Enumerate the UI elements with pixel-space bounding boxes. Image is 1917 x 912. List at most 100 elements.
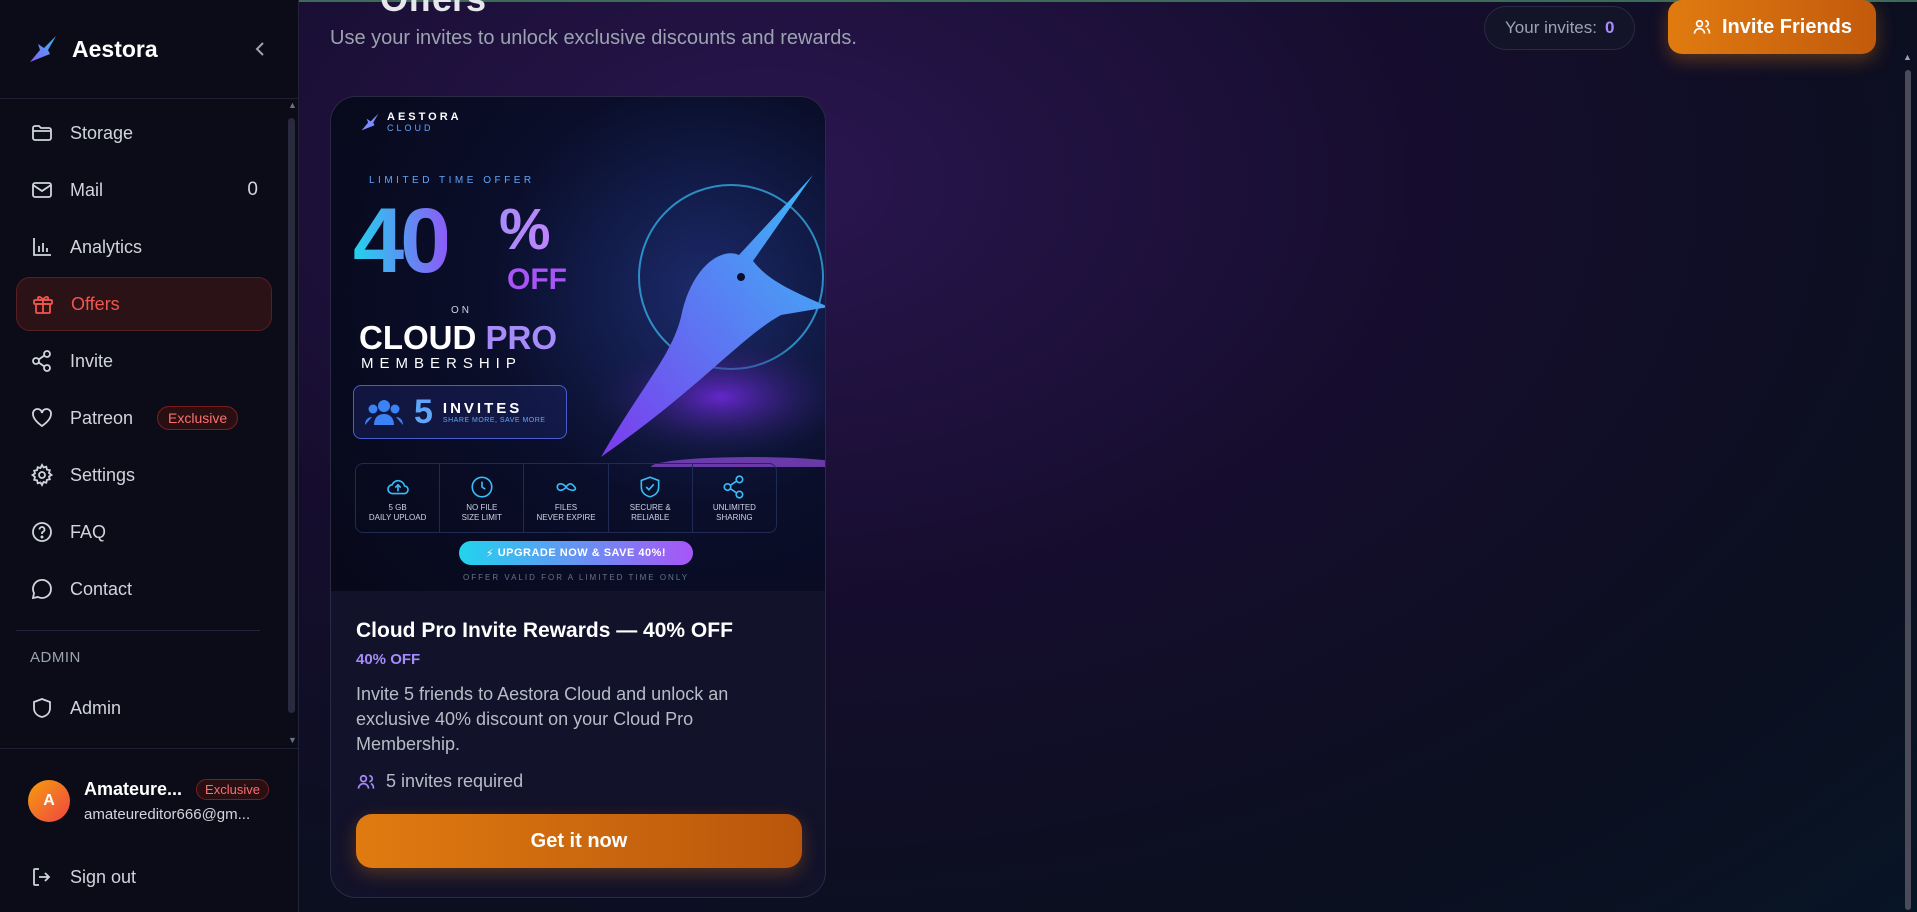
invite-friends-label: Invite Friends xyxy=(1721,15,1853,38)
sidebar-scrollbar[interactable]: ▲ ▼ xyxy=(288,100,297,750)
sidebar-item-label: Invite xyxy=(70,350,114,371)
banner-upgrade-pill: ⚡ UPGRADE NOW & SAVE 40%! xyxy=(459,541,693,565)
bar-chart-icon xyxy=(33,238,51,256)
feature-expire: FILES NEVER EXPIRE xyxy=(524,464,609,532)
feature-line1: UNLIMITED xyxy=(712,502,756,512)
banner-valid-note: OFFER VALID FOR A LIMITED TIME ONLY xyxy=(463,573,690,582)
log-out-icon xyxy=(33,868,51,886)
offer-description: Invite 5 friends to Aestora Cloud and un… xyxy=(356,684,729,754)
invites-label: Your invites: xyxy=(1505,18,1597,37)
user-profile[interactable]: A Amateure... Exclusive amateureditor666… xyxy=(0,748,299,852)
sidebar-item-label: Contact xyxy=(70,578,133,599)
feature-line2: DAILY UPLOAD xyxy=(368,512,427,522)
banner-cloud-pro: CLOUD PRO xyxy=(359,319,557,357)
share-icon xyxy=(32,350,51,372)
feature-sharing: UNLIMITED SHARING xyxy=(693,464,776,532)
offer-banner-image: AESTORA CLOUD LIMITED TIME OFFER 40 % OF… xyxy=(331,97,825,591)
sidebar-item-label: Analytics xyxy=(70,236,143,257)
banner-pro-word: PRO xyxy=(485,319,558,356)
feature-line1: 5 GB xyxy=(388,502,407,512)
feature-upload: 5 GB DAILY UPLOAD xyxy=(356,464,441,532)
avatar: A xyxy=(28,779,70,822)
sidebar-divider xyxy=(16,630,260,631)
sidebar-item-label: Admin xyxy=(70,697,122,718)
get-it-now-button[interactable]: Get it now xyxy=(356,814,802,868)
offer-requirement-text: 5 invites required xyxy=(386,771,524,791)
heart-icon xyxy=(32,408,52,428)
feature-line1: SECURE & xyxy=(629,502,671,512)
invite-friends-button[interactable]: Invite Friends xyxy=(1668,0,1876,54)
sidebar-item-mail[interactable]: Mail 0 xyxy=(16,163,272,217)
offer-requirement: 5 invites required xyxy=(356,771,800,792)
users-icon xyxy=(357,774,375,789)
sidebar-item-patreon[interactable]: Patreon Exclusive xyxy=(16,391,272,445)
sidebar-item-invite[interactable]: Invite xyxy=(16,334,272,388)
feature-line1: FILES xyxy=(554,502,578,512)
scroll-down-arrow-icon[interactable]: ▼ xyxy=(288,735,297,745)
sidebar-item-offers[interactable]: Offers xyxy=(16,277,272,331)
hummingbird-logo-icon xyxy=(30,36,56,62)
sidebar-item-analytics[interactable]: Analytics xyxy=(16,220,272,274)
sidebar-section-admin: ADMIN xyxy=(30,649,81,666)
users-icon xyxy=(1693,19,1711,34)
main-scrollbar[interactable]: ▲ xyxy=(1899,0,1917,912)
invites-counter: Your invites: 0 xyxy=(1484,6,1636,50)
feature-line2: NEVER EXPIRE xyxy=(536,512,596,522)
user-name: Amateure... xyxy=(84,778,183,799)
banner-on: ON xyxy=(451,305,472,316)
brand-header: Aestora xyxy=(0,0,298,99)
banner-features: 5 GB DAILY UPLOAD NO FILE SIZE LIMIT FILES… xyxy=(355,463,777,533)
main-scrollbar-thumb[interactable] xyxy=(1905,70,1911,910)
user-exclusive-badge: Exclusive xyxy=(196,778,269,800)
offer-card: AESTORA CLOUD LIMITED TIME OFFER 40 % OF… xyxy=(330,96,826,898)
banner-invites-tag: SHARE MORE, SAVE MORE xyxy=(442,417,546,424)
banner-brand-sub: CLOUD xyxy=(387,123,434,133)
offer-card-body: Cloud Pro Invite Rewards — 40% OFF 40% O… xyxy=(331,591,825,868)
message-circle-icon xyxy=(31,578,52,600)
sidebar-item-label: Settings xyxy=(70,464,136,485)
banner-percent-sign: % xyxy=(499,197,551,262)
feature-line2: SHARING xyxy=(716,512,753,522)
sign-out-button[interactable]: Sign out xyxy=(16,852,150,902)
banner-upgrade-text: UPGRADE NOW & SAVE 40%! xyxy=(497,547,667,559)
sidebar-item-storage[interactable]: Storage xyxy=(16,106,272,160)
help-circle-icon xyxy=(32,522,52,542)
gift-icon xyxy=(33,295,53,314)
feature-secure: SECURE & RELIABLE xyxy=(609,464,693,532)
banner-invites-number: 5 xyxy=(414,392,433,431)
page-subtitle: Use your invites to unlock exclusive dis… xyxy=(330,27,857,49)
sidebar-item-admin[interactable]: Admin xyxy=(16,681,272,735)
scroll-up-arrow-icon[interactable]: ▲ xyxy=(1903,52,1912,62)
feature-line2: SIZE LIMIT xyxy=(461,512,503,522)
banner-invites-word: INVITES xyxy=(442,400,523,417)
invites-count: 0 xyxy=(1604,18,1615,37)
chevron-left-icon[interactable] xyxy=(248,37,272,61)
mail-icon xyxy=(32,182,52,198)
banner-cloud-word: CLOUD xyxy=(359,319,477,356)
cloud-upload-icon xyxy=(386,479,409,495)
exclusive-badge: Exclusive xyxy=(157,406,239,430)
sidebar-item-settings[interactable]: Settings xyxy=(16,448,272,502)
scroll-up-arrow-icon[interactable]: ▲ xyxy=(288,100,297,110)
group-icon xyxy=(365,400,403,425)
sidebar: Aestora Storage Mail 0 Analytics Offers … xyxy=(0,0,299,912)
banner-brand-name: AESTORA xyxy=(387,111,462,123)
hummingbird-illustration xyxy=(591,175,825,467)
sidebar-item-label: Offers xyxy=(71,293,120,314)
feature-size: NO FILE SIZE LIMIT xyxy=(440,464,525,532)
app-name: Aestora xyxy=(72,35,158,62)
feature-line1: NO FILE xyxy=(466,502,498,512)
user-email: amateureditor666@gm... xyxy=(84,805,251,823)
sidebar-nav: Storage Mail 0 Analytics Offers Invite P… xyxy=(0,103,286,738)
mail-count: 0 xyxy=(247,179,258,200)
banner-limited-offer: LIMITED TIME OFFER xyxy=(369,175,535,186)
hummingbird-logo-icon xyxy=(361,113,379,131)
clock-icon xyxy=(471,476,493,498)
sidebar-item-label: Mail xyxy=(70,179,104,200)
share-icon xyxy=(723,475,744,499)
sign-out-label: Sign out xyxy=(70,866,137,887)
page-title: Offers xyxy=(380,0,486,20)
sidebar-scrollbar-thumb[interactable] xyxy=(288,118,295,713)
sidebar-item-contact[interactable]: Contact xyxy=(16,562,272,616)
sidebar-item-faq[interactable]: FAQ xyxy=(16,505,272,559)
